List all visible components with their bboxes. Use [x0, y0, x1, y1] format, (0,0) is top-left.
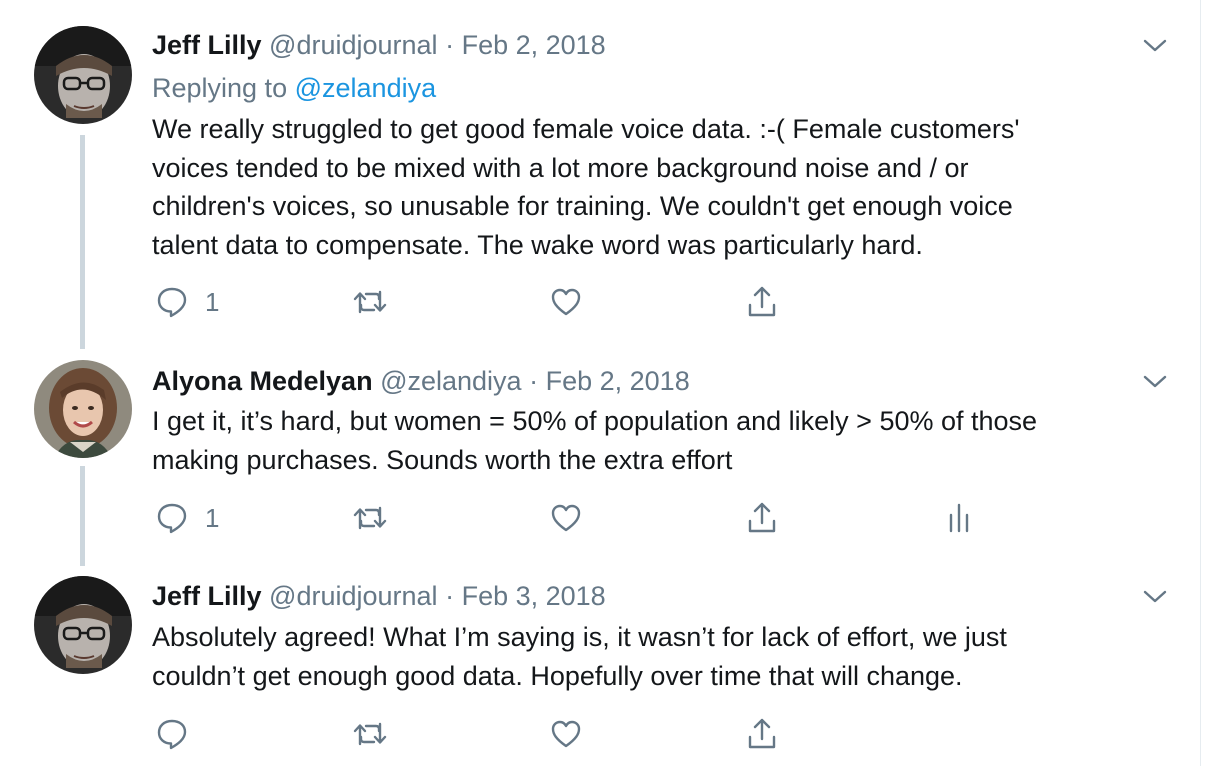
like-button[interactable]	[550, 498, 582, 538]
tweet-text-line: voices tended to be mixed with a lot mor…	[152, 152, 969, 183]
retweet-button[interactable]	[352, 282, 388, 322]
share-icon	[746, 501, 778, 535]
retweet-icon	[352, 501, 388, 535]
analytics-icon	[947, 501, 971, 535]
mention-link[interactable]: @zelandiya	[295, 73, 437, 103]
reply-button[interactable]: 1	[155, 282, 219, 322]
chevron-down-icon[interactable]	[1143, 34, 1167, 58]
tweet-date[interactable]: Feb 2, 2018	[546, 366, 690, 396]
tweet-text-line: I get it, it’s hard, but women = 50% of …	[152, 406, 1038, 436]
tweet-text-line: couldn’t get enough good data. Hopefully…	[152, 660, 963, 691]
like-button[interactable]	[550, 282, 582, 322]
tweet-actions	[152, 714, 1052, 754]
share-button[interactable]	[746, 282, 778, 322]
tweet-actions: 1	[152, 498, 1052, 538]
tweet-actions: 1	[152, 282, 1052, 322]
tweet-text-line: children's voices, so unusable for train…	[152, 191, 1013, 221]
retweet-icon	[352, 717, 388, 751]
share-icon	[746, 285, 778, 319]
chevron-down-icon[interactable]	[1143, 585, 1167, 609]
tweet-text-line: We really struggled to get good female v…	[152, 114, 1020, 144]
replying-to: Replying to @zelandiya	[152, 72, 436, 104]
tweet-text-line: making purchases. Sounds worth the extra…	[152, 444, 733, 475]
tweet-text-line: Absolutely agreed! What I’m saying is, i…	[152, 622, 1007, 652]
tweet-text: I get it, it’s hard, but women = 50% of …	[152, 402, 1182, 479]
heart-icon	[550, 502, 582, 534]
man-with-glasses-avatar[interactable]	[34, 26, 132, 124]
tweet-header: Alyona Medelyan @zelandiya · Feb 2, 2018	[152, 365, 690, 397]
reply-icon	[155, 501, 189, 535]
tweet-text: We really struggled to get good female v…	[152, 110, 1182, 264]
replying-to-label: Replying to	[152, 73, 288, 103]
retweet-button[interactable]	[352, 498, 388, 538]
share-button[interactable]	[746, 714, 778, 754]
chevron-down-icon[interactable]	[1143, 370, 1167, 394]
tweet-date[interactable]: Feb 2, 2018	[462, 30, 606, 60]
reply-button[interactable]: 1	[155, 498, 219, 538]
heart-icon	[550, 286, 582, 318]
author-handle[interactable]: @druidjournal	[269, 30, 438, 60]
tweet-header: Jeff Lilly @druidjournal · Feb 3, 2018	[152, 580, 606, 612]
reply-button[interactable]	[155, 714, 205, 754]
reply-count: 1	[205, 287, 220, 317]
tweet[interactable]: Jeff Lilly @druidjournal · Feb 3, 2018 A…	[0, 568, 1201, 766]
tweet[interactable]: Alyona Medelyan @zelandiya · Feb 2, 2018…	[0, 350, 1201, 568]
tweet-header: Jeff Lilly @druidjournal · Feb 2, 2018	[152, 29, 606, 61]
woman-smiling-avatar[interactable]	[34, 360, 132, 458]
tweet-text-line: talent data to compensate. The wake word…	[152, 229, 923, 260]
retweet-button[interactable]	[352, 714, 388, 754]
reply-icon	[155, 717, 189, 751]
author-handle[interactable]: @druidjournal	[269, 581, 438, 611]
reply-count: 1	[205, 503, 220, 533]
author-name[interactable]: Jeff Lilly	[152, 30, 262, 60]
author-handle[interactable]: @zelandiya	[380, 366, 522, 396]
like-button[interactable]	[550, 714, 582, 754]
heart-icon	[550, 718, 582, 750]
analytics-button[interactable]	[947, 498, 971, 538]
tweet-date[interactable]: Feb 3, 2018	[462, 581, 606, 611]
separator-dot: ·	[445, 30, 455, 60]
author-name[interactable]: Jeff Lilly	[152, 581, 262, 611]
author-name[interactable]: Alyona Medelyan	[152, 366, 373, 396]
separator-dot: ·	[529, 366, 539, 396]
man-with-glasses-avatar[interactable]	[34, 576, 132, 674]
share-icon	[746, 717, 778, 751]
tweet[interactable]: Jeff Lilly @druidjournal · Feb 2, 2018 R…	[0, 0, 1201, 350]
separator-dot: ·	[445, 581, 455, 611]
reply-icon	[155, 285, 189, 319]
tweet-text: Absolutely agreed! What I’m saying is, i…	[152, 618, 1182, 695]
retweet-icon	[352, 285, 388, 319]
share-button[interactable]	[746, 498, 778, 538]
